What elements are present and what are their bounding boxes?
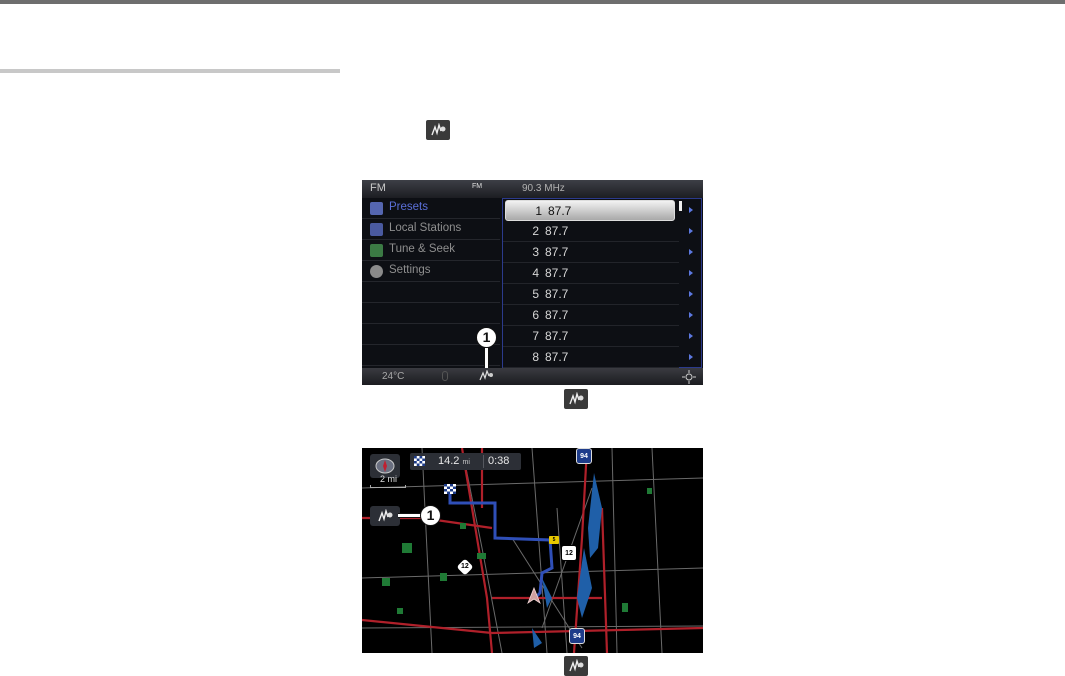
- chevron-right-icon[interactable]: [689, 228, 693, 234]
- presets-icon: [370, 202, 383, 215]
- destination-flag-icon: [414, 456, 425, 466]
- preset-row[interactable]: 4 87.7: [503, 263, 679, 284]
- voice-command-icon: [378, 509, 393, 522]
- temperature-readout: 24°C: [382, 371, 405, 382]
- preset-frequency: 87.7: [545, 308, 569, 322]
- top-rule: [0, 0, 1065, 4]
- frequency-readout: 90.3 MHz: [522, 183, 565, 194]
- menu-item-local-stations[interactable]: Local Stations: [362, 219, 500, 240]
- route-badge: 5: [549, 536, 559, 544]
- section-rule: [0, 69, 340, 73]
- preset-number: 5: [532, 287, 539, 301]
- preset-frequency: 87.7: [545, 350, 569, 364]
- scrollbar-thumb[interactable]: [679, 201, 682, 211]
- preset-row[interactable]: 1 87.7: [505, 200, 675, 221]
- menu-item-settings[interactable]: Settings: [362, 261, 500, 282]
- menu-empty-row: [362, 282, 500, 303]
- menu-empty-row: [362, 303, 500, 324]
- distance-remaining: 14.2 mi: [438, 455, 470, 467]
- preset-number: 7: [532, 329, 539, 343]
- preset-frequency: 87.7: [548, 204, 572, 218]
- navigation-map: 14.2 mi 0:38 2 mi 94 94 12 12 5: [362, 448, 703, 653]
- chevron-right-icon[interactable]: [689, 291, 693, 297]
- chevron-right-icon[interactable]: [689, 333, 693, 339]
- tune-seek-icon: [370, 244, 383, 257]
- menu-item-presets[interactable]: Presets: [362, 198, 500, 219]
- local-stations-icon: [370, 223, 383, 236]
- bluetooth-icon: [442, 371, 448, 381]
- preset-frequency: 87.7: [545, 266, 569, 280]
- menu-item-label: Presets: [389, 201, 428, 213]
- callout-marker: 1: [476, 327, 497, 348]
- settings-icon: [370, 265, 383, 278]
- us-route-shield: 12: [561, 545, 577, 561]
- band-label: FM: [370, 182, 386, 194]
- menu-item-label: Tune & Seek: [389, 243, 456, 255]
- scale-bar: [370, 485, 406, 488]
- preset-list: 1 87.7 2 87.7 3 87.7 4 87.7 5 87.7 6 87.…: [502, 198, 702, 368]
- menu-item-tune-seek[interactable]: Tune & Seek: [362, 240, 500, 261]
- divider: [483, 455, 484, 468]
- interstate-shield: 94: [576, 448, 592, 464]
- voice-command-icon: [426, 120, 450, 140]
- interstate-shield: 94: [569, 628, 585, 644]
- preset-number: 4: [532, 266, 539, 280]
- scale-label: 2 mi: [380, 474, 398, 484]
- preset-frequency: 87.7: [545, 245, 569, 259]
- preset-number: 6: [532, 308, 539, 322]
- time-remaining: 0:38: [488, 455, 510, 467]
- map-scale: 2 mi: [370, 474, 408, 488]
- preset-row[interactable]: 3 87.7: [503, 242, 679, 263]
- menu-item-label: Local Stations: [389, 222, 462, 234]
- preset-number: 8: [532, 350, 539, 364]
- map-roads: [362, 448, 703, 653]
- voice-command-icon[interactable]: [478, 370, 494, 382]
- chevron-right-icon[interactable]: [689, 312, 693, 318]
- preset-row[interactable]: 5 87.7: [503, 284, 679, 305]
- joystick-icon: [682, 370, 696, 384]
- voice-command-button[interactable]: [370, 506, 400, 526]
- trip-info-panel[interactable]: 14.2 mi 0:38: [410, 453, 521, 470]
- preset-number: 3: [532, 245, 539, 259]
- chevron-right-icon[interactable]: [689, 249, 693, 255]
- radio-status-bar: FM FM 90.3 MHz: [362, 180, 703, 198]
- voice-command-icon: [564, 656, 588, 676]
- callout-marker: 1: [420, 505, 441, 526]
- preset-number: 1: [535, 204, 542, 218]
- preset-frequency: 87.7: [545, 287, 569, 301]
- preset-row[interactable]: 6 87.7: [503, 305, 679, 326]
- menu-empty-row: [362, 345, 500, 366]
- callout-leader: [484, 348, 489, 368]
- callout-leader: [398, 513, 422, 518]
- preset-row[interactable]: 8 87.7: [503, 347, 679, 368]
- preset-row[interactable]: 2 87.7: [503, 221, 679, 242]
- chevron-right-icon[interactable]: [689, 270, 693, 276]
- chevron-right-icon[interactable]: [689, 207, 693, 213]
- preset-frequency: 87.7: [545, 224, 569, 238]
- fm-badge: FM: [472, 183, 483, 190]
- radio-bottom-bar: 24°C: [362, 368, 703, 385]
- chevron-right-icon[interactable]: [689, 354, 693, 360]
- preset-frequency: 87.7: [545, 329, 569, 343]
- radio-screen: FM FM 90.3 MHz Presets Local Stations Tu…: [362, 180, 703, 385]
- preset-row[interactable]: 7 87.7: [503, 326, 679, 347]
- menu-item-label: Settings: [389, 264, 431, 276]
- voice-command-icon: [564, 389, 588, 409]
- preset-number: 2: [532, 224, 539, 238]
